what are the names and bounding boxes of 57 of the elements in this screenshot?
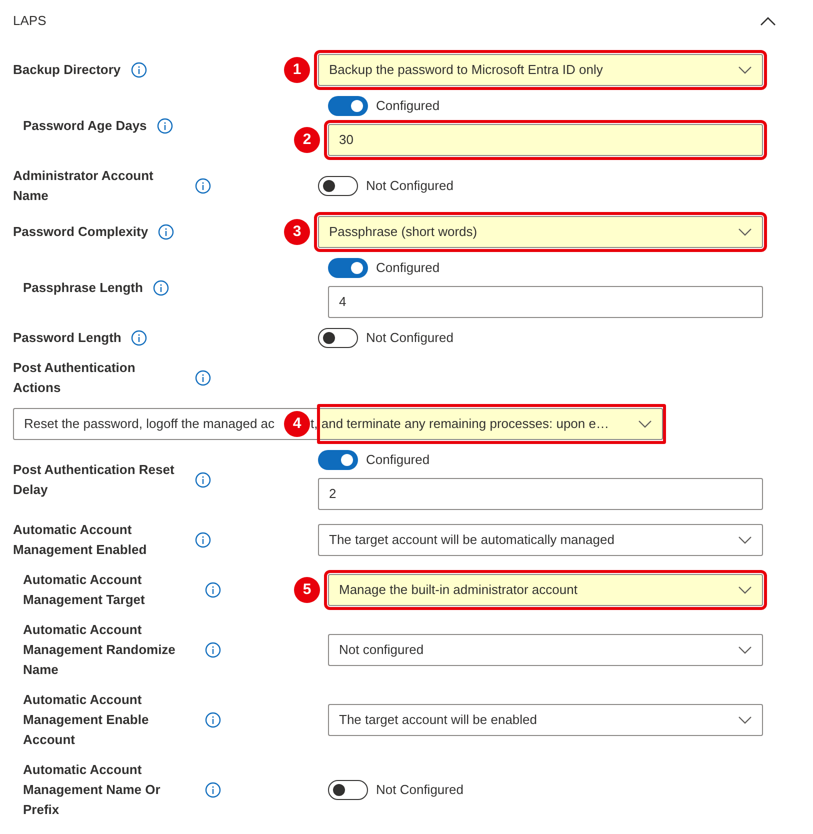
setting-label: Automatic Account Management Enabled	[13, 521, 148, 559]
chevron-down-icon	[738, 716, 752, 724]
info-icon[interactable]	[205, 712, 221, 728]
callout-badge: 4	[284, 411, 310, 437]
dropdown-field[interactable]: Not configured	[328, 634, 763, 666]
section-title: LAPS	[13, 12, 46, 30]
dropdown-field[interactable]: The target account will be automatically managed	[318, 524, 763, 556]
info-icon[interactable]	[195, 370, 211, 386]
toggle-switch[interactable]	[318, 328, 358, 348]
chevron-up-icon[interactable]	[760, 16, 776, 26]
setting-label: Backup Directory	[13, 61, 121, 79]
setting-label: Administrator Account Name	[13, 167, 154, 205]
toggle-switch[interactable]	[318, 176, 358, 196]
chevron-down-icon	[738, 536, 752, 544]
info-icon[interactable]	[152, 280, 169, 296]
chevron-down-icon	[738, 228, 752, 236]
setting-label: Automatic Account Management Target	[23, 571, 146, 609]
input-field[interactable]: 2	[318, 478, 763, 510]
setting-label: Post Authentication Actions	[13, 359, 136, 397]
setting-label: Automatic Account Management Randomize Name	[23, 621, 176, 679]
info-icon[interactable]	[205, 782, 221, 798]
chevron-down-icon	[738, 66, 752, 74]
info-icon[interactable]	[195, 532, 211, 548]
info-icon[interactable]	[195, 178, 211, 194]
toggle-switch[interactable]	[328, 780, 368, 800]
setting-label: Password Age Days	[23, 117, 147, 135]
toggle-label: Not Configured	[366, 177, 454, 196]
callout-badge: 5	[294, 577, 320, 603]
info-icon[interactable]	[158, 224, 174, 240]
toggle-label: Not Configured	[366, 329, 454, 348]
toggle-label: Configured	[376, 259, 440, 278]
info-icon[interactable]	[205, 582, 221, 598]
callout-badge: 2	[294, 127, 320, 153]
toggle-switch[interactable]	[328, 96, 368, 116]
input-field[interactable]: 4	[328, 286, 763, 318]
setting-label: Post Authentication Reset Delay	[13, 461, 176, 499]
toggle-label: Not Configured	[376, 781, 464, 800]
setting-label: Automatic Account Management Name Or Prefix	[23, 761, 162, 819]
info-icon[interactable]	[156, 118, 173, 134]
chevron-down-icon	[738, 586, 752, 594]
toggle-label: Configured	[366, 451, 430, 470]
chevron-down-icon	[638, 420, 652, 428]
setting-label: Password Complexity	[13, 223, 148, 241]
setting-label: Passphrase Length	[23, 279, 143, 297]
setting-label: Automatic Account Management Enable Account	[23, 691, 150, 749]
info-icon[interactable]	[131, 330, 148, 346]
toggle-switch[interactable]	[328, 258, 368, 278]
info-icon[interactable]	[195, 472, 211, 488]
toggle-switch[interactable]	[318, 450, 358, 470]
info-icon[interactable]	[205, 642, 221, 658]
callout-badge: 3	[284, 219, 310, 245]
toggle-label: Configured	[376, 97, 440, 116]
chevron-down-icon	[738, 646, 752, 654]
info-icon[interactable]	[130, 62, 147, 78]
dropdown-field[interactable]: The target account will be enabled	[328, 704, 763, 736]
callout-badge: 1	[284, 57, 310, 83]
setting-label: Password Length	[13, 329, 122, 347]
